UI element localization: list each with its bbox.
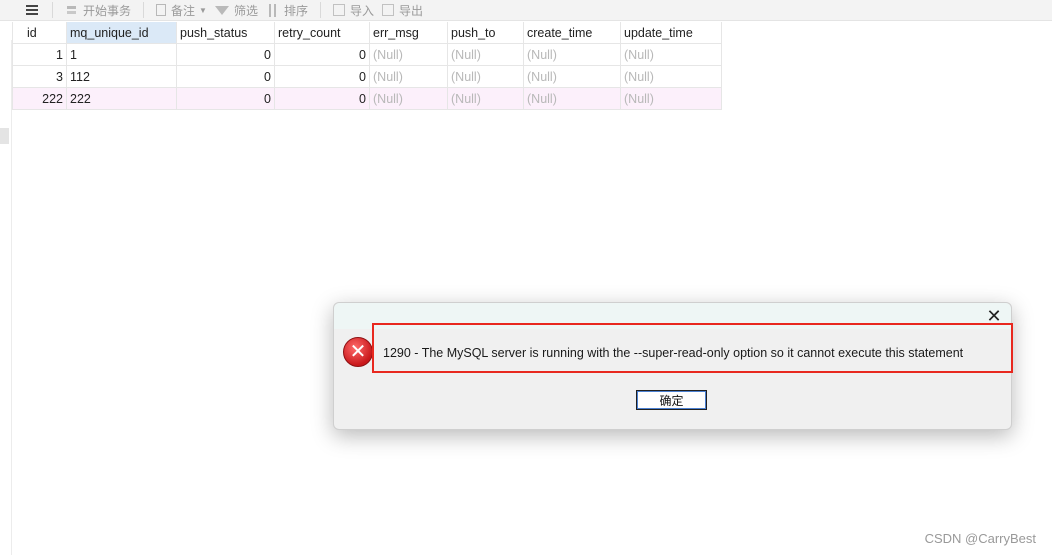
transaction-icon [65,3,78,17]
sort-icon [265,3,279,17]
export-icon [382,4,394,16]
data-grid: id mq_unique_id push_status retry_count … [12,22,722,110]
table-row-current[interactable]: 222 222 0 0 (Null) (Null) (Null) (Null) [12,87,722,110]
cell-err-msg[interactable]: (Null) [369,65,448,88]
cell-create-time[interactable]: (Null) [523,43,621,66]
ok-button[interactable]: 确定 [636,390,707,410]
cell-update-time[interactable]: (Null) [620,65,722,88]
import-label: 导入 [349,3,374,18]
column-header-err-msg[interactable]: err_msg [369,22,448,44]
watermark: CSDN @CarryBest [924,531,1036,546]
toolbar-divider [319,2,321,18]
cell-push-to[interactable]: (Null) [447,43,524,66]
export-label: 导出 [399,3,424,18]
sort-label: 排序 [283,3,308,18]
memo-label: 备注 [171,3,196,18]
column-header-push-to[interactable]: push_to [447,22,524,44]
cell-retry-count[interactable]: 0 [274,87,370,110]
cell-id[interactable]: 222 [12,87,67,110]
export-button[interactable]: 导出 [378,0,427,20]
cell-update-time[interactable]: (Null) [620,43,722,66]
column-header-retry-count[interactable]: retry_count [274,22,370,44]
chevron-down-icon[interactable]: ▼ [199,6,207,15]
import-button[interactable]: 导入 [329,0,378,20]
memo-button[interactable]: 备注 ▼ [152,0,211,20]
sort-button[interactable]: 排序 [262,0,312,20]
column-header-mq-unique-id[interactable]: mq_unique_id [66,22,177,44]
cell-update-time[interactable]: (Null) [620,87,722,110]
table-row[interactable]: 3 112 0 0 (Null) (Null) (Null) (Null) [12,65,722,88]
cell-id[interactable]: 3 [12,65,67,88]
table-row[interactable]: 1 1 0 0 (Null) (Null) (Null) (Null) [12,43,722,66]
cell-id[interactable]: 1 [12,43,67,66]
cell-mq-unique-id[interactable]: 1 [66,43,177,66]
begin-transaction-button[interactable]: 开始事务 [61,0,135,20]
column-header-push-status[interactable]: push_status [176,22,275,44]
header-row: id mq_unique_id push_status retry_count … [12,22,722,44]
column-header-create-time[interactable]: create_time [523,22,621,44]
cell-retry-count[interactable]: 0 [274,65,370,88]
toolbar-divider [143,2,145,18]
cell-retry-count[interactable]: 0 [274,43,370,66]
memo-icon [156,4,167,16]
toolbar: 开始事务 备注 ▼ 筛选 排序 导入 导出 [0,0,1052,21]
cell-push-status[interactable]: 0 [176,87,275,110]
filter-button[interactable]: 筛选 [211,0,262,20]
error-message: 1290 - The MySQL server is running with … [383,346,964,360]
filter-label: 筛选 [233,3,258,18]
cell-mq-unique-id[interactable]: 222 [66,87,177,110]
begin-transaction-label: 开始事务 [83,3,132,18]
error-dialog: ✕ ✕ 1290 - The MySQL server is running w… [333,302,1013,430]
toolbar-divider [52,2,53,18]
cell-create-time[interactable]: (Null) [523,65,621,88]
menu-icon[interactable] [20,0,44,20]
error-icon: ✕ [343,337,373,367]
import-icon [332,4,345,16]
cell-push-to[interactable]: (Null) [447,87,524,110]
cell-push-to[interactable]: (Null) [447,65,524,88]
splitter-handle[interactable] [0,128,9,144]
cell-push-status[interactable]: 0 [176,43,275,66]
cell-err-msg[interactable]: (Null) [369,87,448,110]
cell-err-msg[interactable]: (Null) [369,43,448,66]
filter-icon [214,5,229,15]
row-header-gutter [0,40,12,555]
cell-create-time[interactable]: (Null) [523,87,621,110]
column-header-update-time[interactable]: update_time [620,22,722,44]
cell-mq-unique-id[interactable]: 112 [66,65,177,88]
cell-push-status[interactable]: 0 [176,65,275,88]
column-header-id[interactable]: id [12,22,67,44]
